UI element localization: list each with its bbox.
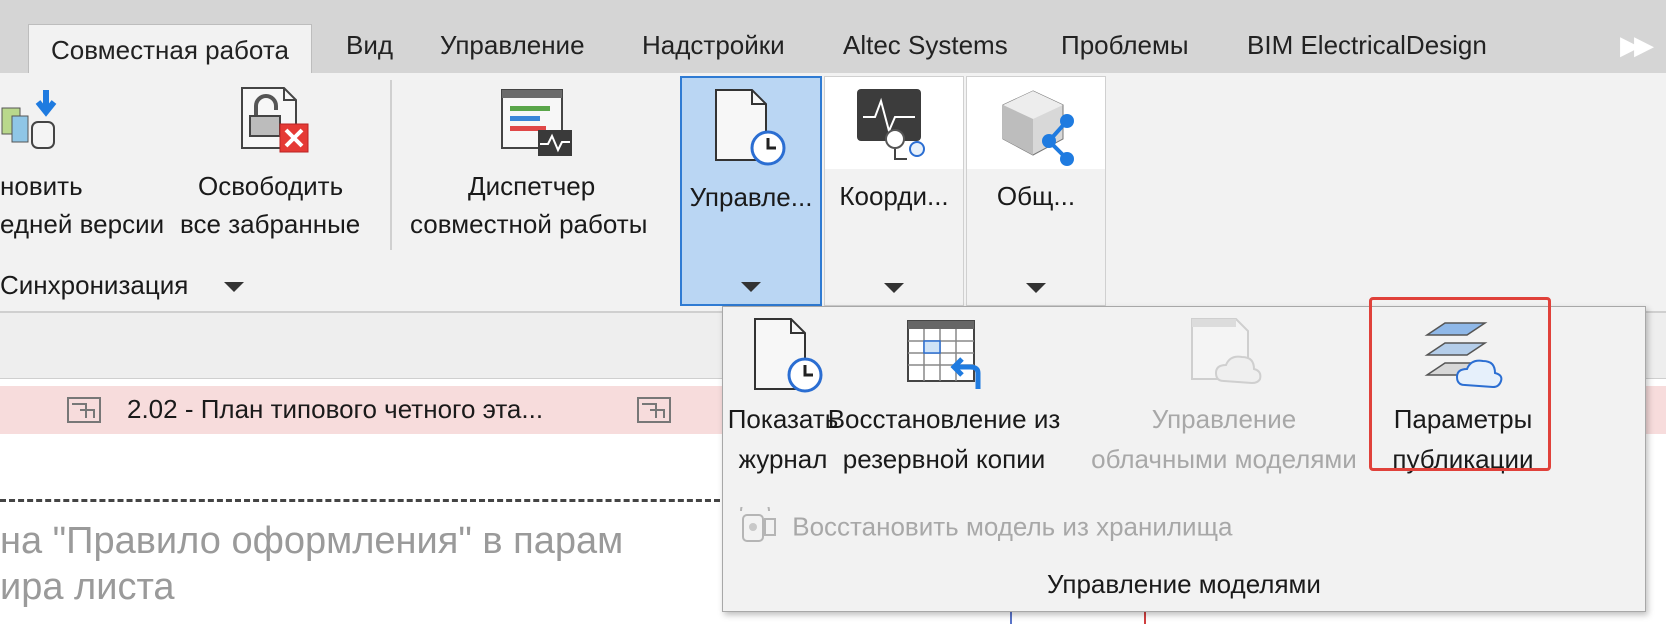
chevron-down-icon — [741, 282, 761, 292]
worksharing-monitor-label-line1: Диспетчер — [468, 171, 596, 201]
table-restore-icon — [904, 317, 984, 399]
tab-bim-electricaldesign[interactable]: BIM ElectricalDesign — [1247, 30, 1487, 61]
manage-models-button[interactable]: Управле... — [680, 76, 822, 306]
tab-addins[interactable]: Надстройки — [642, 30, 785, 61]
chevron-down-icon[interactable] — [224, 282, 244, 292]
server-restore-icon — [735, 496, 777, 550]
sharing-label: Общ... — [996, 181, 1076, 211]
sheet-view-icon — [636, 396, 672, 429]
publish-settings-highlight — [1369, 297, 1551, 471]
manage-models-label: Управле... — [689, 182, 813, 212]
manage-cloud-models-label-line2: облачными моделями — [1091, 444, 1357, 474]
worksharing-monitor-label-line2: совместной работы — [410, 209, 648, 239]
update-latest-label-line2: едней версии — [0, 209, 165, 239]
sheet-row-label: 2.02 - План типового четного эта... — [127, 394, 544, 424]
document-clock-icon — [743, 317, 823, 399]
tab-view[interactable]: Вид — [346, 30, 393, 61]
chevron-down-icon — [1026, 283, 1046, 293]
worksharing-monitor-icon[interactable] — [500, 88, 576, 158]
relinquish-label-line1: Освободить — [198, 171, 344, 201]
dashed-line — [0, 499, 720, 502]
drawing-note-line1: на "Правило оформления" в парам — [0, 520, 624, 562]
cube-share-icon — [997, 87, 1077, 172]
sharing-button[interactable]: Общ... — [966, 76, 1106, 306]
update-latest-label-line1: новить — [0, 171, 83, 201]
chevron-down-icon — [884, 283, 904, 293]
tab-problems[interactable]: Проблемы — [1061, 30, 1189, 61]
coordination-label: Коорди... — [839, 181, 949, 211]
ribbon-tab-bar: Совместная работа Вид Управление Надстро… — [0, 0, 1666, 73]
restore-backup-label-line2: резервной копии — [842, 444, 1046, 474]
drawing-line — [1010, 612, 1012, 624]
drawing-line — [1144, 612, 1146, 624]
monitor-search-icon — [855, 87, 935, 172]
ribbon-separator — [390, 80, 392, 250]
restore-backup-button[interactable]: Восстановление из резервной копии — [813, 317, 1075, 479]
manage-models-panel-title: Управление моделями — [1047, 569, 1321, 599]
relinquish-all-icon[interactable] — [236, 86, 312, 154]
coordination-button[interactable]: Коорди... — [824, 76, 964, 306]
manage-models-dropdown: Показать журнал Восстановление из резерв… — [722, 297, 1646, 612]
tab-manage[interactable]: Управление — [440, 30, 585, 61]
restore-backup-label-line1: Восстановление из — [827, 404, 1061, 434]
double-chevron-right-icon[interactable]: ▶▶ — [1620, 30, 1654, 61]
document-cloud-icon — [1184, 317, 1264, 399]
tab-altec-systems[interactable]: Altec Systems — [843, 30, 1008, 61]
tab-collaborate[interactable]: Совместная работа — [28, 24, 312, 73]
relinquish-label-line2: все забранные — [180, 209, 361, 239]
sync-panel-title[interactable]: Синхронизация — [0, 270, 188, 301]
drawing-note-line2: ира листа — [0, 566, 175, 608]
manage-cloud-models-button: Управление облачными моделями — [1079, 317, 1369, 479]
manage-cloud-models-label-line1: Управление — [1151, 404, 1297, 434]
document-clock-icon — [712, 88, 792, 173]
update-latest-icon[interactable] — [0, 86, 62, 152]
restore-from-storage-item: Восстановить модель из хранилища — [735, 496, 1233, 550]
sheet-view-icon — [66, 396, 102, 429]
restore-from-storage-label: Восстановить модель из хранилища — [792, 511, 1233, 542]
